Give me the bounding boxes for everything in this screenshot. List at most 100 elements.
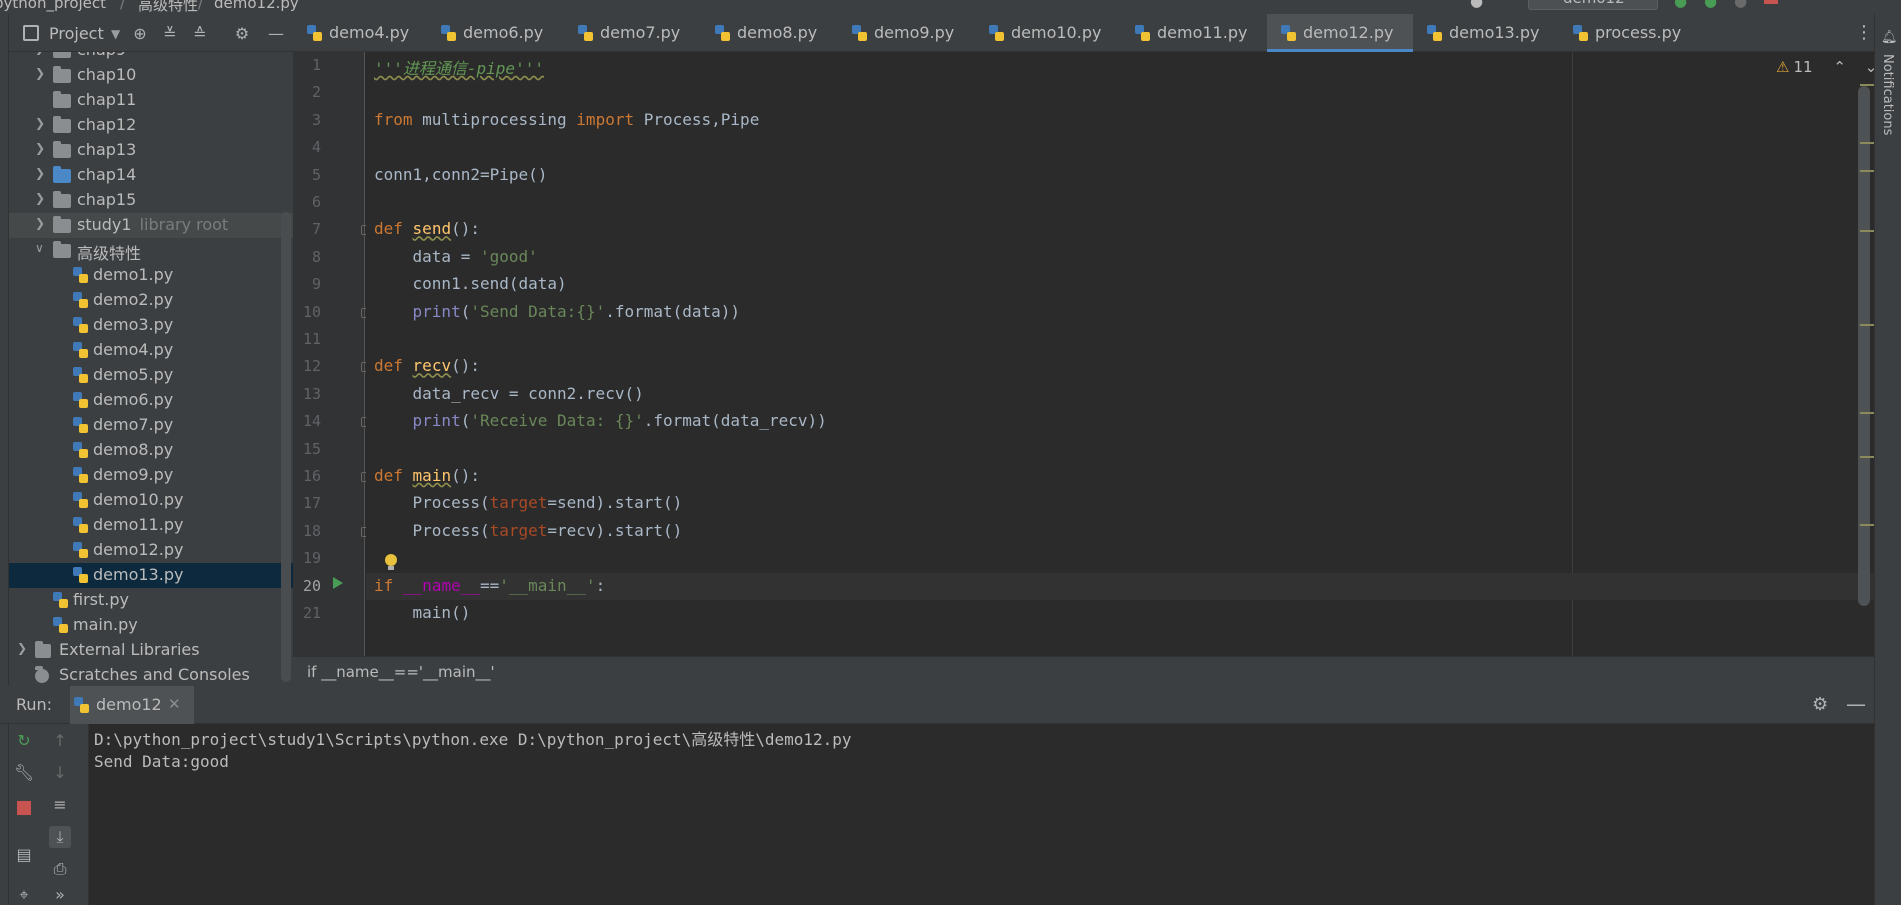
tree-item[interactable]: demo2.py [9, 288, 293, 313]
editor-tab[interactable]: demo12.py [1267, 14, 1413, 52]
minimize-icon[interactable]: — [267, 25, 285, 43]
editor-tab[interactable]: process.py [1559, 14, 1695, 52]
tree-scrollbar[interactable] [281, 212, 291, 682]
code-editor[interactable]: '''进程通信-pipe''' from multiprocessing impo… [366, 52, 1874, 656]
scroll-to-end-icon[interactable]: ⤓ [49, 826, 71, 848]
warning-marker[interactable] [1860, 142, 1874, 144]
code-line[interactable]: from multiprocessing import Process,Pipe [374, 110, 759, 136]
chevron-right-icon[interactable]: ❯ [17, 641, 27, 655]
print-icon[interactable]: ⎙ [49, 858, 71, 880]
stop-icon[interactable] [1764, 0, 1778, 4]
inspection-widget[interactable]: ⚠ 11 ⌃ ⌄ [1776, 58, 1874, 76]
tree-item[interactable]: demo7.py [9, 413, 293, 438]
chevron-right-icon[interactable]: ❯ [35, 166, 45, 180]
editor-tab[interactable]: demo13.py [1413, 14, 1559, 52]
expand-all-icon[interactable]: ≚ [161, 25, 179, 43]
editor-tab[interactable]: demo7.py [564, 14, 701, 52]
tree-item[interactable]: ❯ External Libraries [9, 638, 293, 663]
stop-icon[interactable] [17, 801, 31, 815]
gear-icon[interactable]: ⚙ [233, 25, 251, 43]
tree-item[interactable]: Scratches and Consoles [9, 663, 293, 686]
code-line[interactable]: Process(target=send).start() [374, 493, 683, 519]
chevron-right-icon[interactable]: ❯ [35, 52, 45, 55]
chevron-down-icon[interactable]: ⌄ [1865, 58, 1874, 76]
breadcrumb-project[interactable]: python_project [0, 0, 106, 12]
warning-marker[interactable] [1860, 230, 1874, 232]
tree-item[interactable]: demo5.py [9, 363, 293, 388]
code-line[interactable]: print('Receive Data: {}'.format(data_rec… [374, 411, 827, 437]
editor-tab[interactable]: demo4.py [293, 14, 427, 52]
tree-item[interactable]: demo12.py [9, 538, 293, 563]
project-panel-title[interactable]: Project [49, 24, 104, 43]
warning-marker[interactable] [1860, 456, 1874, 458]
run-config-select[interactable]: demo12 [1528, 0, 1658, 10]
tree-item[interactable]: demo10.py [9, 488, 293, 513]
run-tab[interactable]: demo12 ✕ [70, 686, 194, 724]
code-line[interactable]: data_recv = conn2.recv() [374, 384, 644, 410]
tree-item[interactable]: ∨ 高级特性 [9, 238, 293, 263]
editor-tab[interactable]: demo8.py [701, 14, 838, 52]
chevron-down-icon[interactable]: ∨ [35, 241, 44, 255]
bell-icon[interactable]: 🔔︎ [1881, 30, 1898, 45]
warning-marker[interactable] [1860, 524, 1874, 526]
code-line[interactable]: print('Send Data:{}'.format(data)) [374, 302, 741, 328]
breadcrumb-folder[interactable]: 高级特性 [138, 0, 198, 14]
tree-item[interactable]: demo13.py [9, 563, 293, 588]
user-icon[interactable]: ● [1470, 0, 1483, 10]
run-console[interactable]: D:\python_project\study1\Scripts\python.… [90, 724, 1901, 905]
tree-item[interactable]: ❯ chap14 [9, 163, 293, 188]
close-icon[interactable]: ✕ [168, 695, 181, 713]
code-line[interactable]: '''进程通信-pipe''' [374, 55, 544, 81]
lightbulb-icon[interactable] [384, 554, 398, 572]
chevron-right-icon[interactable]: ❯ [35, 116, 45, 130]
code-line[interactable]: conn1.send(data) [374, 274, 567, 300]
tree-item[interactable]: demo3.py [9, 313, 293, 338]
tree-item[interactable]: ❯ chap12 [9, 113, 293, 138]
gear-icon[interactable]: ⚙ [1812, 694, 1828, 715]
editor-tab[interactable]: demo6.py [427, 14, 564, 52]
layout-icon[interactable]: ▤ [13, 844, 35, 866]
chevron-down-icon[interactable]: ▼ [111, 27, 120, 41]
warning-marker[interactable] [1860, 84, 1874, 86]
run-gutter-icon[interactable] [333, 577, 343, 589]
arrow-up-icon[interactable]: ↑ [49, 730, 71, 752]
code-line[interactable]: def recv(): [374, 356, 480, 382]
tree-item[interactable]: ❯ chap13 [9, 138, 293, 163]
rerun-icon[interactable]: ● [1674, 0, 1687, 10]
tree-item[interactable]: first.py [9, 588, 293, 613]
code-line[interactable]: Process(target=recv).start() [374, 521, 683, 547]
coverage-icon[interactable]: ● [1734, 0, 1747, 10]
chevron-right-icon[interactable]: ❯ [35, 66, 45, 80]
debug-icon[interactable]: ● [1704, 0, 1717, 10]
tree-item[interactable]: ❯ chap10 [9, 63, 293, 88]
warning-marker[interactable] [1860, 324, 1874, 326]
tree-item[interactable]: main.py [9, 613, 293, 638]
chevron-right-icon[interactable]: ❯ [35, 141, 45, 155]
code-line[interactable]: if __name__=='__main__': [374, 576, 605, 602]
editor-tab[interactable]: demo9.py [838, 14, 975, 52]
rerun-icon[interactable]: ↻ [13, 730, 35, 752]
code-line[interactable]: def main(): [374, 466, 480, 492]
tree-item[interactable]: ❯ chap15 [9, 188, 293, 213]
minimize-icon[interactable]: — [1846, 692, 1866, 716]
code-line[interactable]: main() [374, 603, 471, 629]
notifications-tab[interactable]: Notifications [1880, 54, 1895, 135]
collapse-all-icon[interactable]: ≙ [191, 25, 209, 43]
tree-item[interactable]: demo8.py [9, 438, 293, 463]
tree-item[interactable]: demo1.py [9, 263, 293, 288]
code-breadcrumb[interactable]: if __name__=='__main__' [293, 656, 1901, 686]
locate-file-icon[interactable]: ⊕ [131, 25, 149, 43]
chevron-up-icon[interactable]: ⌃ [1833, 58, 1846, 76]
wrench-icon[interactable]: 🔧︎ [13, 762, 35, 784]
chevron-right-icon[interactable]: ❯ [35, 191, 45, 205]
editor-scrollbar[interactable] [1858, 86, 1870, 606]
breadcrumb-file[interactable]: demo12.py [214, 0, 299, 12]
tree-item[interactable]: chap11 [9, 88, 293, 113]
code-line[interactable]: def send(): [374, 219, 480, 245]
soft-wrap-icon[interactable]: ≡ [49, 794, 71, 816]
more-icon[interactable]: » [49, 884, 71, 905]
code-line[interactable]: conn1,conn2=Pipe() [374, 165, 547, 191]
pin-icon[interactable]: ⌖ [13, 884, 35, 905]
tree-item[interactable]: demo6.py [9, 388, 293, 413]
warning-marker[interactable] [1860, 412, 1874, 414]
